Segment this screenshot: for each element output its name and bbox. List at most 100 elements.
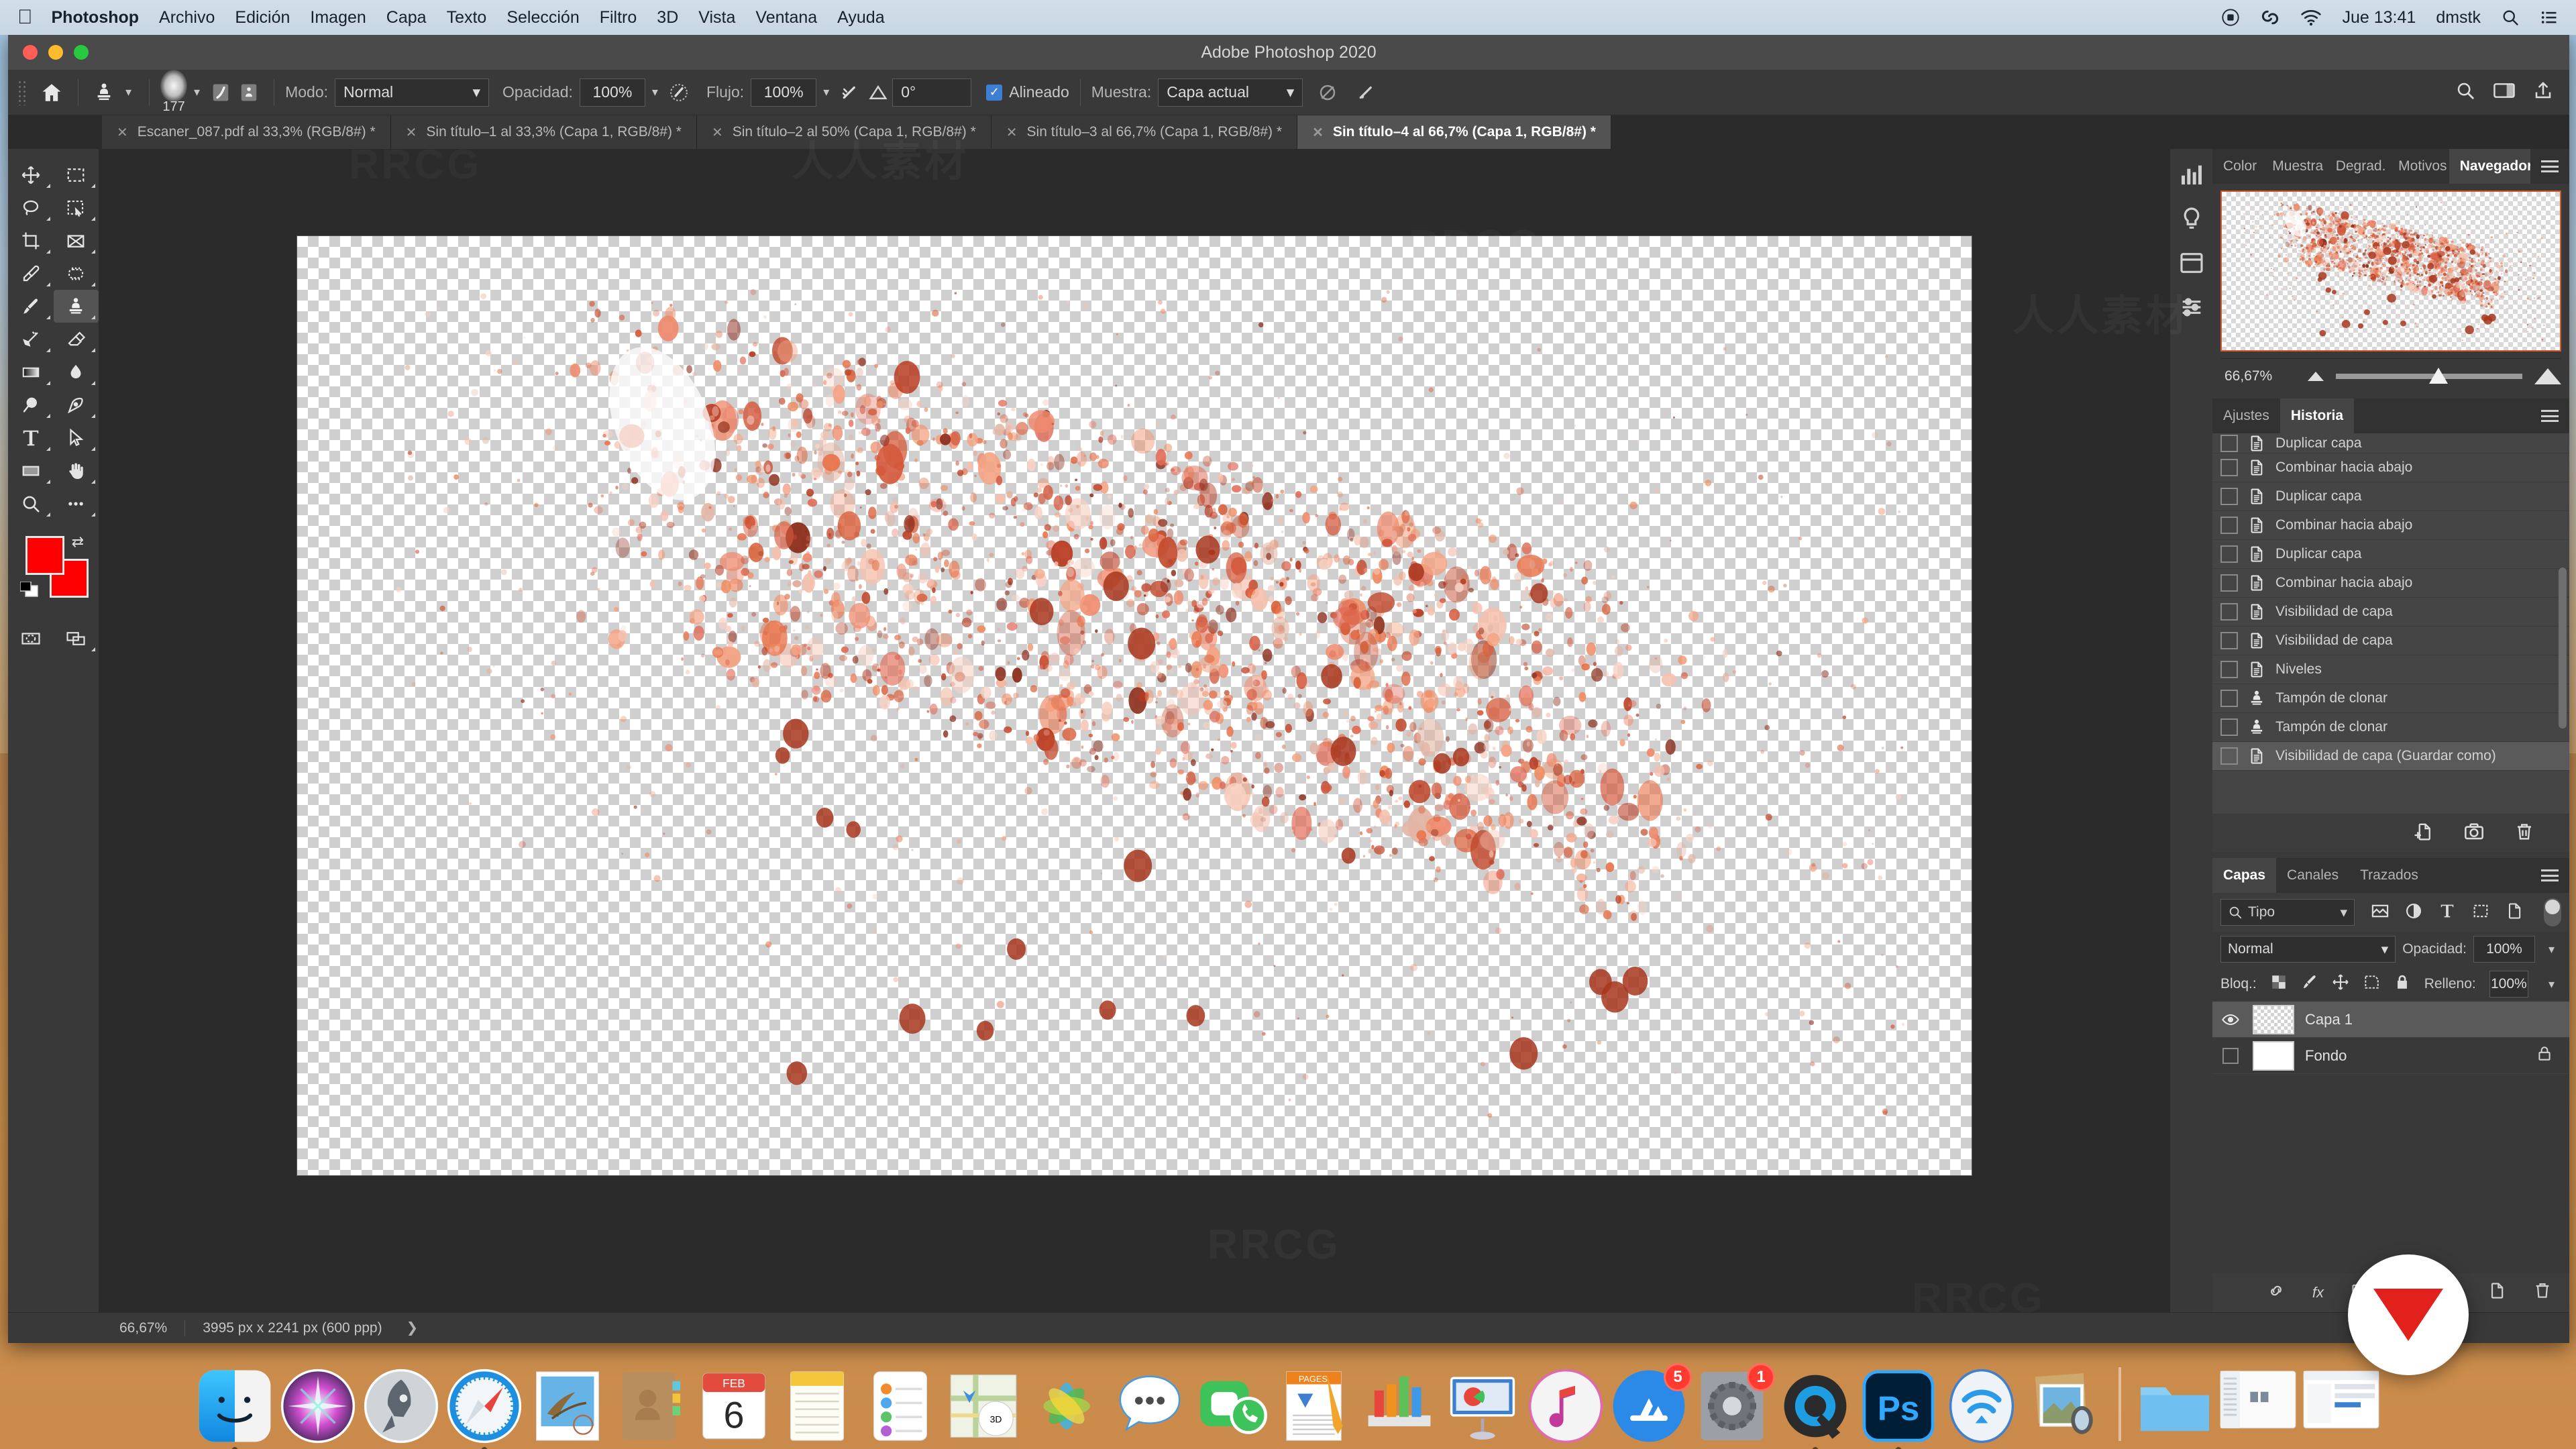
lock-image-pixels-icon[interactable] xyxy=(2301,973,2318,995)
menu-item-vista[interactable]: Vista xyxy=(698,8,735,28)
rectangle-tool[interactable] xyxy=(8,454,54,487)
lock-row[interactable]: Bloq.: Relleno: 100% ▾ xyxy=(2212,967,2569,1002)
layer-name[interactable]: Fondo xyxy=(2305,1047,2347,1065)
clone-stamp-icon[interactable] xyxy=(89,79,119,106)
status-zoom-value[interactable]: 66,67% xyxy=(102,1320,186,1336)
panel-group-navigator-tabs[interactable]: Color Muestra Degrad. Motivos Navegador xyxy=(2212,149,2569,184)
dock-item-system-preferences[interactable]: 1 xyxy=(1693,1363,1775,1445)
history-item[interactable]: Combinar hacia abajo xyxy=(2212,453,2569,482)
spot-healing-brush-tool[interactable] xyxy=(54,257,99,290)
history-panel-footer[interactable] xyxy=(2212,814,2569,853)
lightbulb-icon[interactable] xyxy=(2178,205,2205,232)
eraser-tool[interactable] xyxy=(54,323,99,356)
dock-minimized-downloads-folder[interactable] xyxy=(2136,1367,2214,1445)
layer-visibility-toggle[interactable] xyxy=(2219,1010,2242,1029)
history-snapshot-checkbox[interactable] xyxy=(2220,661,2238,678)
dock-minimized-safari-window-thumb[interactable] xyxy=(2302,1367,2380,1445)
fill-chevron-icon[interactable]: ▾ xyxy=(2548,977,2555,991)
pen-tool[interactable] xyxy=(54,388,99,421)
document-tab-1[interactable]: ✕ Sin título–1 al 33,3% (Capa 1, RGB/8#)… xyxy=(390,115,697,149)
close-icon[interactable]: ✕ xyxy=(712,124,723,141)
color-swatches[interactable]: ⇄ xyxy=(8,532,99,612)
close-button[interactable] xyxy=(23,45,38,60)
navigator-thumbnail[interactable] xyxy=(2220,191,2561,352)
dock-item-facetime[interactable] xyxy=(1194,1367,1272,1445)
fx-icon[interactable]: fx xyxy=(2312,1284,2324,1301)
dock-item-photoshop[interactable]: Ps xyxy=(1860,1367,1937,1449)
history-item[interactable]: Visibilidad de capa xyxy=(2212,598,2569,627)
document-tab-3[interactable]: ✕ Sin título–3 al 66,7% (Capa 1, RGB/8#)… xyxy=(991,115,1298,149)
dock-item-calendar[interactable]: FEB 6 xyxy=(695,1367,773,1445)
layer-filter-select[interactable]: Tipo ▾ xyxy=(2220,899,2355,926)
history-snapshot-checkbox[interactable] xyxy=(2220,434,2238,452)
tool-preset-chevron-icon[interactable]: ▾ xyxy=(125,85,131,99)
dodge-tool[interactable] xyxy=(8,388,54,421)
dock-item-launchpad[interactable] xyxy=(362,1367,440,1445)
mac-menu-bar[interactable]:  Photoshop Archivo Edición Imagen Capa … xyxy=(0,0,2576,35)
history-item[interactable]: Tampón de clonar xyxy=(2212,684,2569,713)
angle-input[interactable]: 0° xyxy=(892,78,972,107)
clone-source-icon[interactable] xyxy=(235,78,263,107)
dock-item-keynote[interactable] xyxy=(1444,1367,1521,1445)
lock-transparent-pixels-icon[interactable] xyxy=(2270,973,2288,995)
dock-item-mail[interactable] xyxy=(529,1367,606,1445)
delete-state-icon[interactable] xyxy=(2514,822,2534,845)
document-tab-4[interactable]: ✕ Sin título–4 al 66,7% (Capa 1, RGB/8#)… xyxy=(1297,115,1611,149)
layer-name[interactable]: Capa 1 xyxy=(2305,1011,2353,1028)
collapsed-panel-rail[interactable] xyxy=(2169,149,2212,1312)
workspace-icon[interactable] xyxy=(2493,80,2516,105)
eyedropper-tool[interactable] xyxy=(8,257,54,290)
blend-mode-row[interactable]: Normal ▾ Opacidad: 100% ▾ xyxy=(2212,932,2569,967)
history-snapshot-checkbox[interactable] xyxy=(2220,574,2238,592)
mac-dock[interactable]: FEB 6 3D PAGES 5 1 Ps xyxy=(0,1348,2576,1449)
home-icon[interactable] xyxy=(36,78,67,107)
history-item[interactable]: Visibilidad de capa (Guardar como) xyxy=(2212,742,2569,771)
history-item[interactable]: Duplicar capa xyxy=(2212,433,2569,453)
minimize-button[interactable] xyxy=(48,45,63,60)
close-icon[interactable]: ✕ xyxy=(1312,124,1324,141)
default-colors-icon[interactable] xyxy=(19,581,40,599)
panel-group-layers-tabs[interactable]: Capas Canales Trazados xyxy=(2212,858,2569,893)
tab-historia[interactable]: Historia xyxy=(2279,398,2355,433)
layer-thumbnail[interactable] xyxy=(2253,1004,2294,1034)
blur-tool[interactable] xyxy=(54,356,99,388)
layer-filter-icons[interactable] xyxy=(2371,902,2524,924)
creative-cloud-icon[interactable] xyxy=(2260,7,2280,28)
pressure-opacity-icon[interactable] xyxy=(665,80,693,105)
history-brush-tool[interactable] xyxy=(8,323,54,356)
options-bar[interactable]: ▾ 177 ▾ Modo: Normal ▾ Opacidad: 100% ▾ … xyxy=(8,70,2569,115)
ignore-adjustment-icon[interactable] xyxy=(1313,80,1342,105)
options-bar-right-group[interactable] xyxy=(2455,80,2560,105)
lock-artboard-icon[interactable] xyxy=(2363,973,2380,995)
history-snapshot-checkbox[interactable] xyxy=(2220,517,2238,534)
quick-selection-tool[interactable] xyxy=(54,191,99,224)
status-expand-icon[interactable]: ❯ xyxy=(400,1320,425,1336)
close-icon[interactable]: ✕ xyxy=(117,124,128,141)
opacity-input[interactable]: 100% xyxy=(579,78,645,107)
tab-canales[interactable]: Canales xyxy=(2276,858,2349,893)
document-tab-2[interactable]: ✕ Sin título–2 al 50% (Capa 1, RGB/8#) * xyxy=(696,115,991,149)
tab-capas[interactable]: Capas xyxy=(2212,858,2277,893)
history-scrollbar[interactable] xyxy=(2559,568,2567,729)
filter-smart-object-icon[interactable] xyxy=(2505,902,2524,924)
options-bar-grip[interactable] xyxy=(17,79,27,105)
history-snapshot-checkbox[interactable] xyxy=(2220,545,2238,563)
dock-item-airdrop[interactable] xyxy=(1943,1367,2021,1445)
document-tab-strip[interactable]: ✕ Escaner_087.pdf al 33,3% (RGB/8#) * ✕ … xyxy=(8,115,2569,149)
dock-item-quicktime[interactable] xyxy=(1776,1367,1854,1449)
flow-input[interactable]: 100% xyxy=(751,78,817,107)
dock-item-reminders[interactable] xyxy=(861,1367,939,1445)
brush-tool[interactable] xyxy=(8,290,54,323)
hand-tool[interactable] xyxy=(54,454,99,487)
tools-grid[interactable] xyxy=(8,158,99,520)
lock-position-icon[interactable] xyxy=(2332,973,2349,995)
history-list[interactable]: Duplicar capa Combinar hacia abajo Duplica… xyxy=(2212,433,2569,814)
panel-menu-icon[interactable] xyxy=(2530,398,2569,433)
tab-degradados[interactable]: Degrad. xyxy=(2325,149,2387,184)
sample-select[interactable]: Capa actual ▾ xyxy=(1158,78,1303,107)
flow-chevron-icon[interactable]: ▾ xyxy=(823,85,829,99)
history-panel[interactable]: Duplicar capa Combinar hacia abajo Duplica… xyxy=(2212,433,2569,853)
clone-stamp-tool[interactable] xyxy=(53,290,99,323)
window-controls[interactable] xyxy=(23,45,89,60)
rectangular-marquee-tool[interactable] xyxy=(54,158,99,191)
